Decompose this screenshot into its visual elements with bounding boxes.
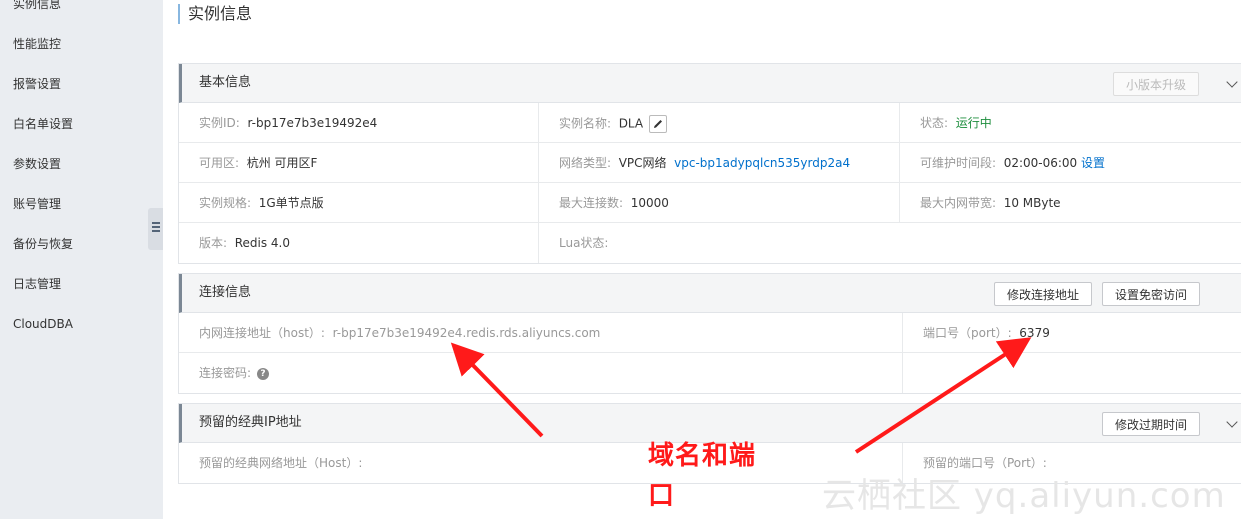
annotation-arrows [450,337,1032,454]
annotation-label: 域名和端口 [648,441,757,511]
arrow-to-port [854,337,1032,454]
watermark: 云栖社区 yq.aliyun.com [822,476,1226,516]
arrow-to-host [450,342,544,438]
